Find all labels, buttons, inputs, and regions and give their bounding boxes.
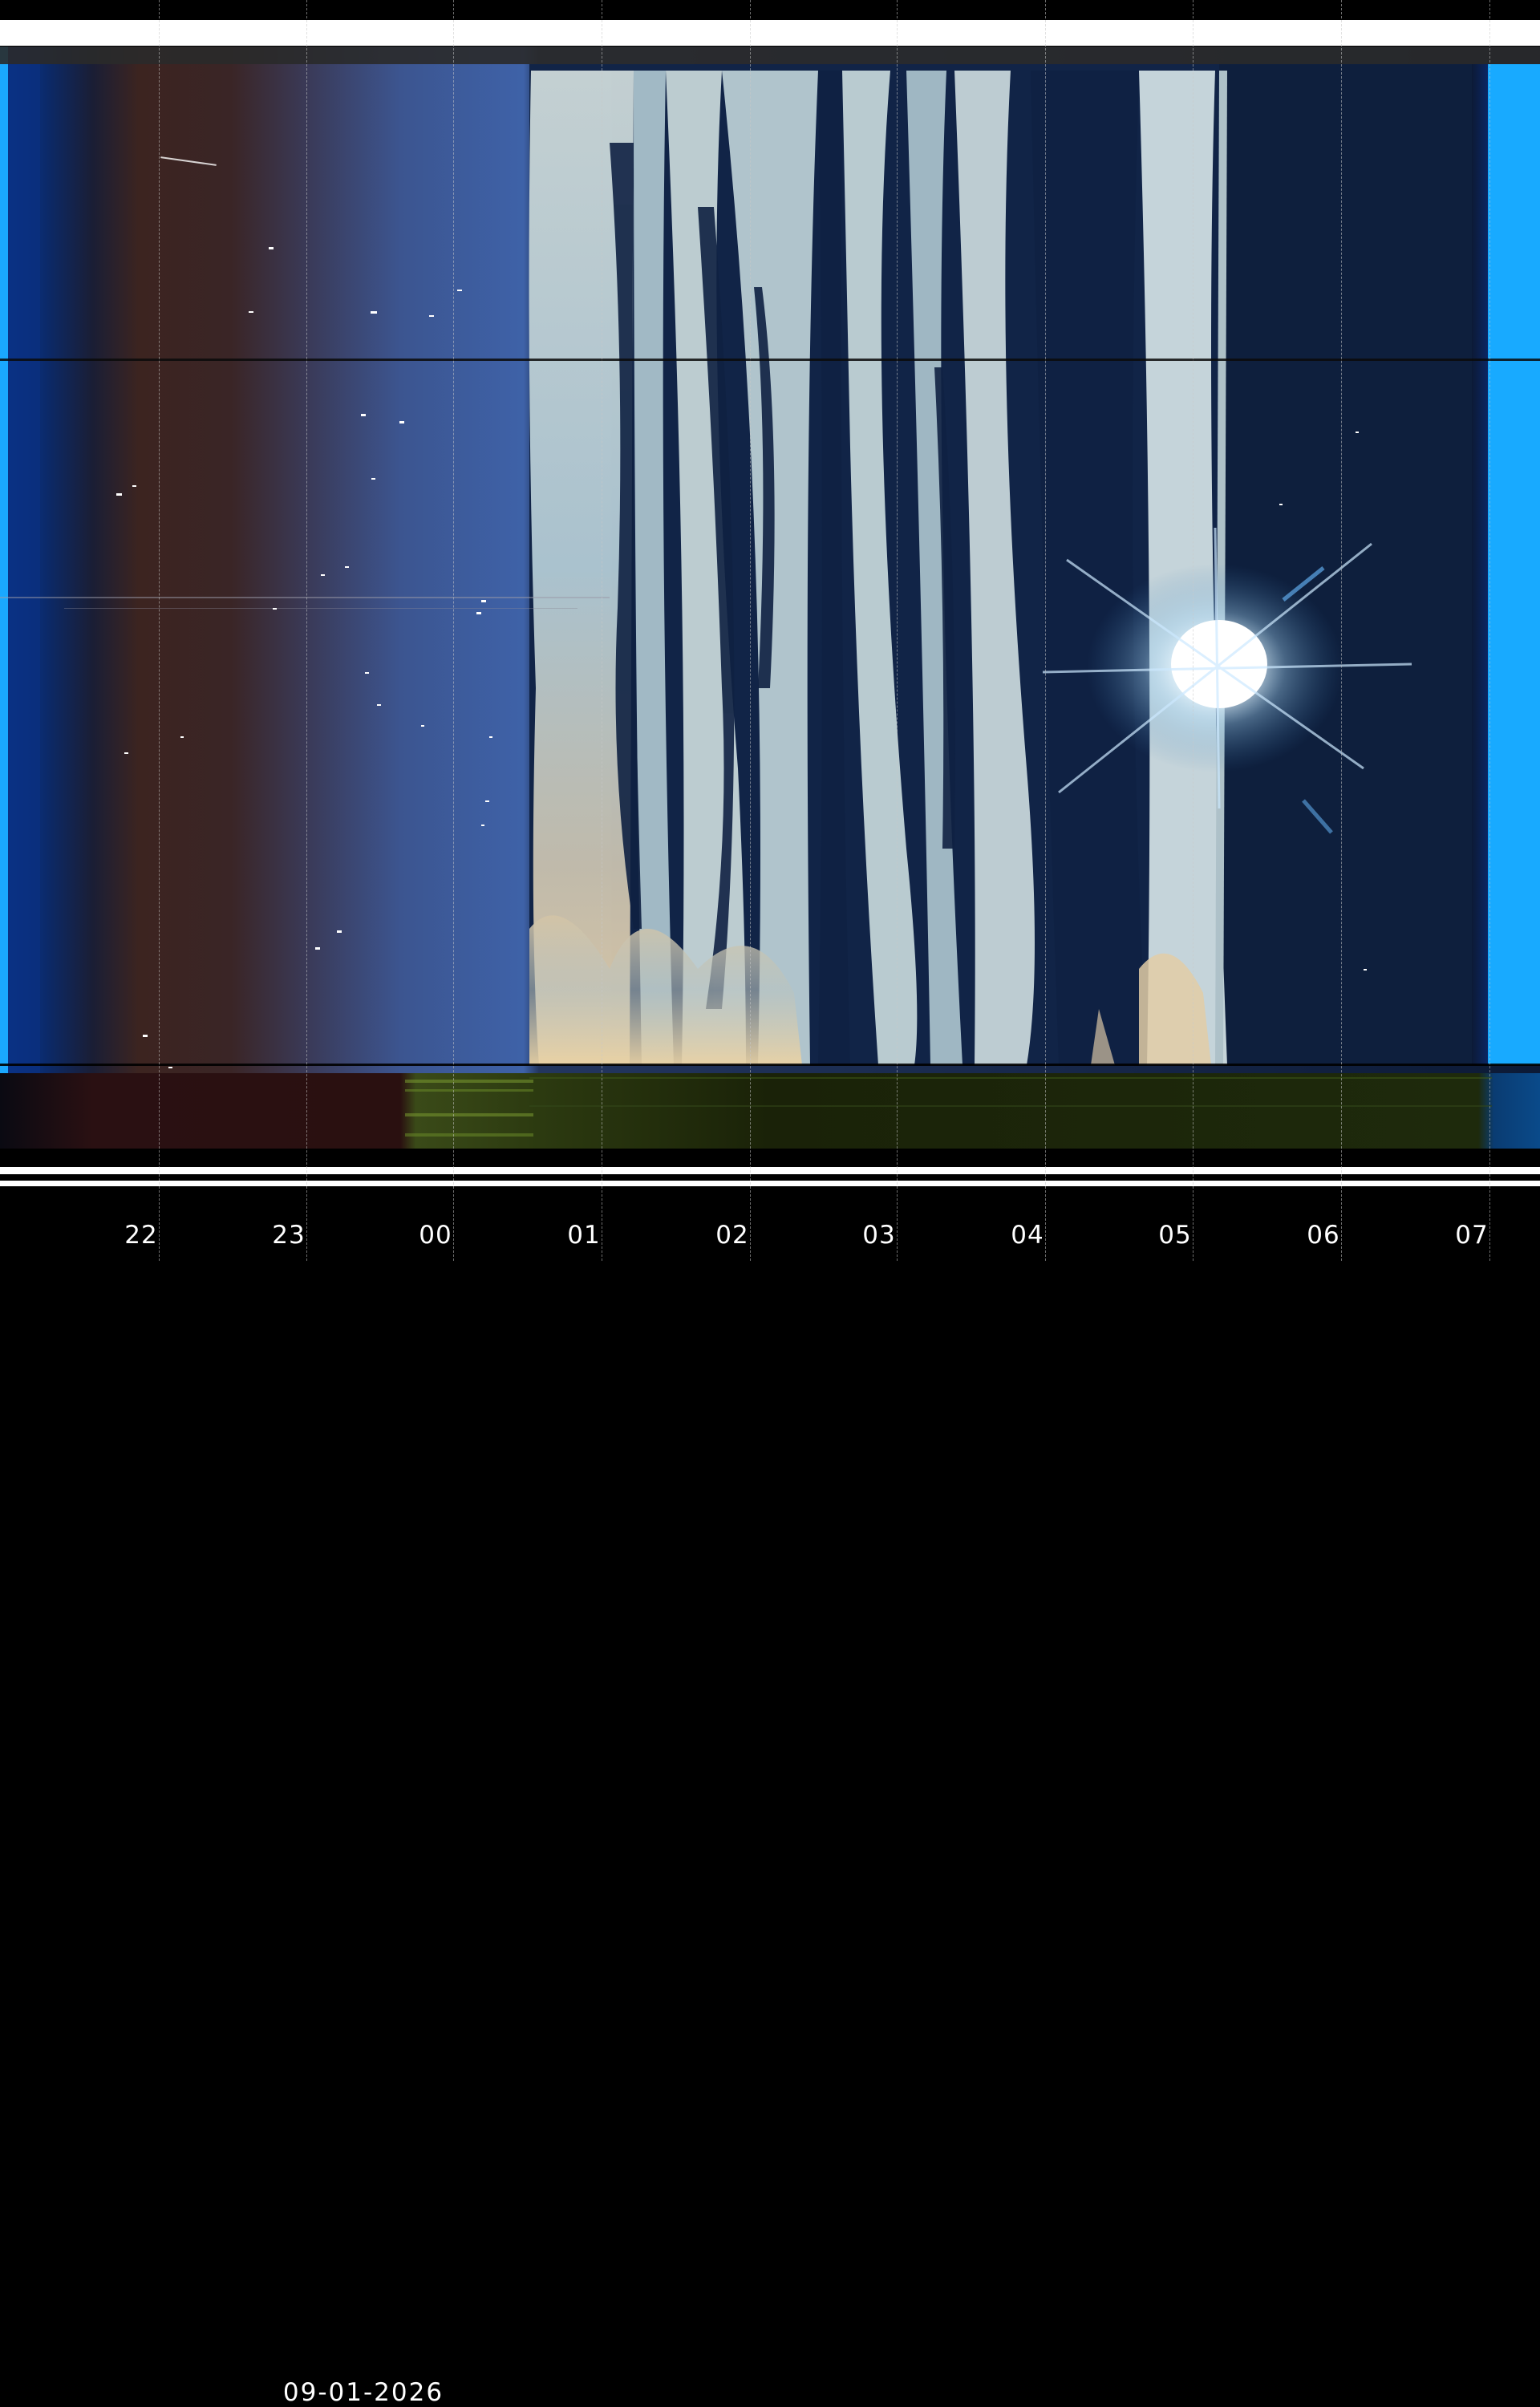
date-label: 09-01-2026 [282,2378,444,2407]
time-tick-label: 23 [272,1221,306,1250]
time-tick-label: 03 [862,1221,896,1250]
grid-line-00 [453,0,454,1261]
time-tick-label: 07 [1455,1221,1489,1250]
time-tick-label: 02 [715,1221,749,1250]
time-tick-label: 06 [1307,1221,1340,1250]
keogram-frame: 09-01-2026 22 23 00 01 02 03 04 05 06 07 [0,0,1540,2407]
grid-line-03 [897,0,898,1261]
grid-line-05 [1193,0,1194,1261]
grid-line-02 [750,0,751,1261]
time-tick-label: 22 [124,1221,158,1250]
grid-line-22 [159,0,160,1261]
time-tick-label: 05 [1158,1221,1192,1250]
bottom-white-strip-upper [0,1167,1540,1174]
time-tick-label: 00 [419,1221,452,1250]
grid-line-04 [1045,0,1046,1261]
grid-line-07 [1489,0,1490,1261]
time-tick-label: 04 [1011,1221,1044,1250]
bottom-white-strip-lower [0,1181,1540,1186]
time-tick-label: 01 [567,1221,601,1250]
top-white-strip [0,20,1540,46]
grid-line-23 [306,0,307,1261]
grid-line-06 [1341,0,1342,1261]
keogram-picture [0,47,1540,1155]
keogram-image [0,47,1540,1155]
